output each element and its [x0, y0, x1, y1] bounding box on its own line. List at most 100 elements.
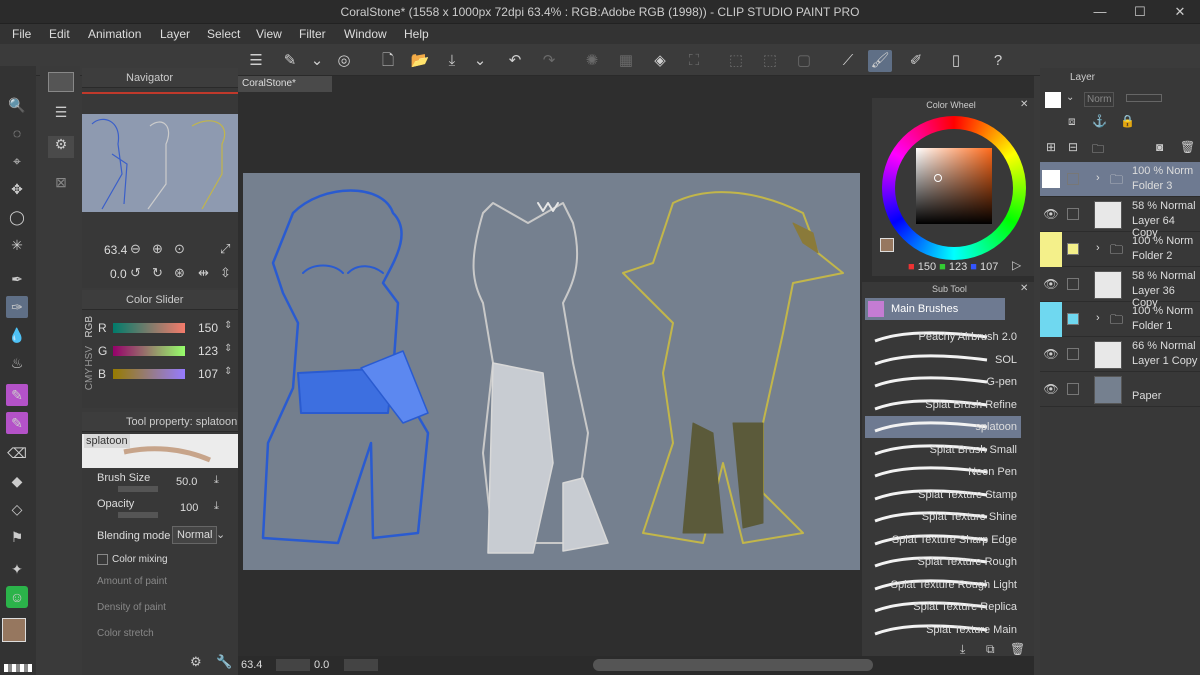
- chevron-down-icon[interactable]: ⌄: [468, 50, 492, 72]
- menu-file[interactable]: File: [12, 27, 31, 41]
- rotate-right-icon[interactable]: ↻: [152, 265, 163, 281]
- settings-icon[interactable]: ⚙: [190, 654, 202, 670]
- reference-icon[interactable]: ⚓: [1092, 114, 1107, 128]
- move-icon[interactable]: ✥: [6, 178, 28, 200]
- menu-animation[interactable]: Animation: [88, 27, 141, 41]
- layer-select-checkbox[interactable]: [1067, 278, 1079, 290]
- lock-transparent-icon[interactable]: ⧈: [1068, 114, 1076, 129]
- eyedropper-icon[interactable]: ✒: [6, 268, 28, 290]
- brush-item[interactable]: Splat Texture Rough Light: [865, 574, 1021, 596]
- brush-size-slider[interactable]: [118, 486, 158, 492]
- menu-edit[interactable]: Edit: [49, 27, 70, 41]
- deselect-icon[interactable]: ⬚: [724, 50, 748, 72]
- brush-item[interactable]: Splat Texture Stamp: [865, 484, 1021, 506]
- delete-icon[interactable]: 🗑: [1010, 642, 1025, 656]
- brush-item[interactable]: Splat Texture Replica: [865, 596, 1021, 618]
- slider-g-value[interactable]: 123: [194, 344, 218, 358]
- blend-icon[interactable]: 💧: [6, 324, 28, 346]
- list-icon[interactable]: ☰: [48, 104, 74, 126]
- brush-item[interactable]: Splat Texture Main: [865, 619, 1021, 641]
- disabled-icon[interactable]: ⊠: [48, 174, 74, 196]
- reset-rotation-icon[interactable]: ⊛: [174, 265, 185, 281]
- operation-icon[interactable]: ⌖: [6, 150, 28, 172]
- zoom-icon[interactable]: 🔍: [6, 94, 28, 116]
- brush-item[interactable]: Splat Texture Shine: [865, 506, 1021, 528]
- open-folder-icon[interactable]: 📂: [408, 50, 432, 72]
- brush-item[interactable]: SOL: [865, 349, 1021, 371]
- brush-item[interactable]: splatoon: [865, 416, 1021, 438]
- figure-icon[interactable]: ⚑: [6, 526, 28, 548]
- status-zoom-slider[interactable]: [276, 659, 310, 671]
- fit-icon[interactable]: ⊙: [174, 241, 185, 257]
- fullscreen-icon[interactable]: ⤢: [220, 241, 230, 257]
- magic-wand-icon[interactable]: ✳: [6, 234, 28, 256]
- chevron-down-icon[interactable]: ⌄: [305, 50, 329, 72]
- horizontal-scrollbar[interactable]: [593, 659, 873, 671]
- opacity-slider[interactable]: [118, 512, 158, 518]
- import-icon[interactable]: ⤓: [960, 642, 965, 657]
- lasso-icon[interactable]: ◯: [6, 206, 28, 228]
- brush-custom-icon[interactable]: ✎: [6, 412, 28, 434]
- save-icon[interactable]: ⤓: [440, 50, 464, 72]
- slider-g-spinner-icon[interactable]: ⇕: [224, 343, 232, 354]
- layer-select-checkbox[interactable]: [1067, 173, 1079, 185]
- close-icon[interactable]: ✕: [1020, 283, 1028, 294]
- layer-row[interactable]: › 🗀 100 % Norm Folder 3: [1040, 162, 1200, 197]
- layer-select-checkbox[interactable]: [1067, 208, 1079, 220]
- eye-icon[interactable]: 👁: [1040, 267, 1062, 302]
- menu-layer[interactable]: Layer: [160, 27, 190, 41]
- pen-tool-icon[interactable]: ✑: [6, 296, 28, 318]
- slider-b-bar[interactable]: [113, 369, 185, 379]
- duplicate-icon[interactable]: ⧉: [986, 642, 995, 657]
- maximize-icon[interactable]: ☐: [1120, 0, 1160, 24]
- plugin-icon[interactable]: ☺: [6, 586, 28, 608]
- close-icon[interactable]: ✕: [1020, 99, 1028, 110]
- minimize-icon[interactable]: —: [1080, 0, 1120, 24]
- mode-rgb-tab[interactable]: RGB: [84, 316, 96, 338]
- navigator-preview[interactable]: [82, 114, 238, 212]
- mode-cmy-tab[interactable]: CMY: [84, 368, 96, 390]
- layer-select-checkbox[interactable]: [1067, 348, 1079, 360]
- brush-item[interactable]: Peachy Airbrush 2.0: [865, 326, 1021, 348]
- layer-select-checkbox[interactable]: [1067, 243, 1079, 255]
- show-selection-icon[interactable]: ▢: [792, 50, 816, 72]
- zoom-out-icon[interactable]: ⊖: [130, 241, 141, 257]
- brush-item[interactable]: Splat Brush Refine: [865, 394, 1021, 416]
- eye-icon[interactable]: [1040, 302, 1062, 337]
- opacity-value[interactable]: 100: [180, 502, 198, 514]
- slider-r-spinner-icon[interactable]: ⇕: [224, 320, 232, 331]
- menu-view[interactable]: View: [256, 27, 282, 41]
- transparent-color-swatch[interactable]: [4, 664, 32, 672]
- lock-icon[interactable]: 🔒: [1120, 114, 1135, 128]
- close-icon[interactable]: ✕: [1160, 0, 1200, 24]
- layer-row[interactable]: 👁 58 % Normal Layer 64 Copy: [1040, 197, 1200, 239]
- brush-size-value[interactable]: 50.0: [176, 476, 197, 488]
- tool-settings-icon[interactable]: ⚙: [48, 136, 74, 158]
- canvas[interactable]: [243, 173, 860, 570]
- wheel-mode-icon[interactable]: ▷: [1012, 258, 1021, 272]
- status-rotation-slider[interactable]: [344, 659, 378, 671]
- chevron-right-icon[interactable]: ›: [1096, 312, 1100, 324]
- menu-select[interactable]: Select: [207, 27, 240, 41]
- eye-icon[interactable]: [1042, 170, 1060, 188]
- layer-row[interactable]: 👁 58 % Normal Layer 36 Copy: [1040, 267, 1200, 309]
- menu-window[interactable]: Window: [344, 27, 387, 41]
- invert-selection-icon[interactable]: ⬚: [758, 50, 782, 72]
- fill-icon[interactable]: ◈: [648, 50, 672, 72]
- blending-select[interactable]: Normal: [172, 526, 218, 544]
- chevron-right-icon[interactable]: ›: [1096, 172, 1100, 184]
- rotate-left-icon[interactable]: ↺: [130, 265, 141, 281]
- new-folder-icon[interactable]: 🗀: [1092, 140, 1104, 161]
- eraser-icon[interactable]: ⌫: [6, 442, 28, 464]
- nav-zoom-value[interactable]: 63.4: [104, 243, 127, 257]
- color-picker-cursor[interactable]: [934, 174, 942, 182]
- delete-layer-icon[interactable]: 🗑: [1180, 140, 1195, 154]
- gradient-icon[interactable]: ◇: [6, 498, 28, 520]
- layer-color-icon[interactable]: [1045, 92, 1061, 108]
- layer-select-checkbox[interactable]: [1067, 383, 1079, 395]
- mask-icon[interactable]: ◙: [1156, 140, 1163, 154]
- brush-item[interactable]: Neon Pen: [865, 461, 1021, 483]
- new-vector-icon[interactable]: ⊟: [1068, 140, 1078, 154]
- eye-icon[interactable]: 👁: [1040, 197, 1062, 232]
- color-mixing-checkbox[interactable]: [97, 554, 108, 565]
